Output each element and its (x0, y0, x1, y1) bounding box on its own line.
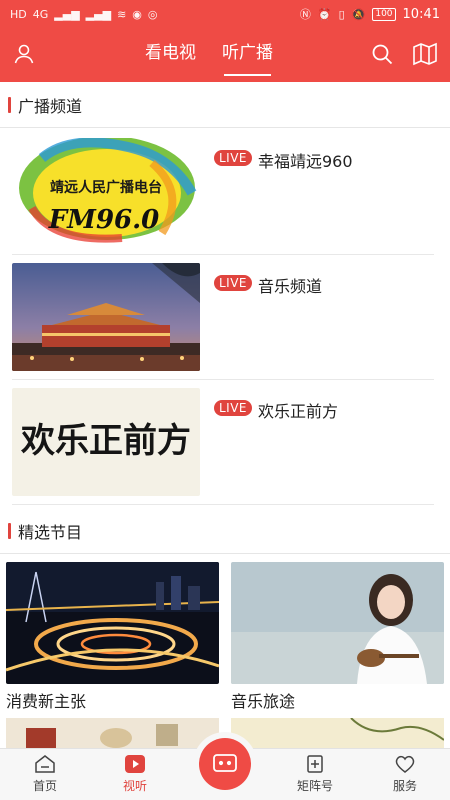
battery-indicator: 100 (372, 7, 396, 21)
program-image (231, 562, 444, 684)
status-left-icons: HD 4G ▂▄▆ ▂▄▆ ≋ ◉ ◎ (10, 8, 158, 21)
tab-audio-video[interactable]: 视听 (90, 749, 180, 800)
calligraphy-logo-image: 欢乐正前方 (12, 388, 200, 496)
live-badge: LIVE (214, 150, 253, 166)
user-profile-button[interactable] (12, 42, 36, 66)
tab-label: 视听 (122, 779, 147, 793)
logo-calligraphy: 欢乐正前方 (20, 421, 191, 461)
signal-icon: ▂▄▆ (54, 7, 80, 21)
nfc-icon: Ⓝ (299, 8, 311, 21)
logo-station-name: 靖远人民广播电台 (50, 179, 162, 196)
tab-matrix[interactable]: 矩阵号 (270, 749, 360, 800)
app-notification-icon: ◎ (147, 7, 158, 21)
status-right-icons: Ⓝ ⏰ ▯ 🔕 100 10:41 (300, 6, 440, 22)
program-card[interactable]: 消费新主张 (6, 562, 219, 712)
status-bar: HD 4G ▂▄▆ ▂▄▆ ≋ ◉ ◎ Ⓝ ⏰ ▯ 🔕 100 10:41 (0, 0, 450, 28)
search-button[interactable] (370, 42, 394, 66)
channel-thumbnail: 欢乐正前方 (12, 388, 200, 496)
channel-name: 幸福靖远960 (258, 152, 353, 171)
clock: 10:41 (402, 6, 440, 22)
section-title: 精选节目 (18, 522, 83, 542)
section-header-featured: 精选节目 (0, 508, 450, 554)
live-badge: LIVE (214, 275, 253, 291)
hd-indicator: HD (10, 7, 27, 21)
alarm-icon: ⏰ (317, 7, 332, 21)
tiananmen-night-image (12, 263, 200, 371)
home-icon (35, 755, 55, 773)
user-icon (14, 44, 34, 64)
channel-name: 欢乐正前方 (258, 402, 339, 421)
mute-icon: 🔕 (351, 7, 366, 21)
network-4g-indicator: 4G (32, 7, 49, 21)
section-accent-bar (8, 96, 11, 113)
fm-logo-image: 靖远人民广播电台 FM96.0 (12, 138, 200, 246)
program-title: 消费新主张 (6, 692, 87, 711)
search-icon (372, 44, 393, 65)
section-header-radio: 广播频道 (0, 82, 450, 128)
play-icon (125, 755, 145, 773)
wifi-icon: ≋ (117, 7, 127, 21)
vibrate-icon: ▯ (338, 7, 345, 21)
tab-tv[interactable]: 看电视 (145, 38, 196, 68)
tab-home[interactable]: 首页 (0, 749, 90, 800)
channel-item[interactable]: LIVE 音乐频道 (12, 263, 434, 371)
divider (12, 254, 434, 255)
girl-ukulele-image (231, 562, 444, 684)
tab-label: 首页 (32, 779, 57, 793)
city-interchange-image (6, 562, 219, 684)
divider (12, 504, 434, 505)
center-action-button[interactable] (199, 738, 251, 790)
map-icon (413, 42, 437, 66)
signal-icon: ▂▄▆ (85, 7, 112, 21)
channel-item[interactable]: 欢乐正前方 LIVE 欢乐正前方 (12, 388, 434, 496)
program-card[interactable]: 音乐旅途 (231, 562, 444, 712)
section-accent-bar (8, 522, 11, 539)
channel-name: 音乐频道 (258, 277, 323, 296)
media-tabs: 看电视 听广播 (145, 38, 273, 76)
channel-thumbnail: 靖远人民广播电台 FM96.0 (12, 138, 200, 246)
tab-label: 服务 (392, 779, 417, 793)
chat-box-icon (213, 754, 237, 772)
map-button[interactable] (412, 42, 438, 66)
tab-service[interactable]: 服务 (360, 749, 450, 800)
logo-frequency: FM96.0 (48, 205, 160, 235)
channel-thumbnail (12, 263, 200, 371)
program-title: 音乐旅途 (231, 692, 296, 711)
program-image (6, 562, 219, 684)
section-title: 广播频道 (18, 96, 83, 116)
live-badge: LIVE (214, 400, 253, 416)
tab-radio[interactable]: 听广播 (222, 38, 273, 76)
divider (12, 379, 434, 380)
tab-label: 矩阵号 (296, 779, 333, 793)
eye-icon: ◉ (132, 7, 142, 21)
bookmark-plus-icon (307, 755, 323, 773)
top-header: 看电视 听广播 (0, 28, 450, 82)
channel-item[interactable]: 靖远人民广播电台 FM96.0 LIVE 幸福靖远960 (12, 138, 434, 246)
heart-icon (395, 755, 415, 773)
